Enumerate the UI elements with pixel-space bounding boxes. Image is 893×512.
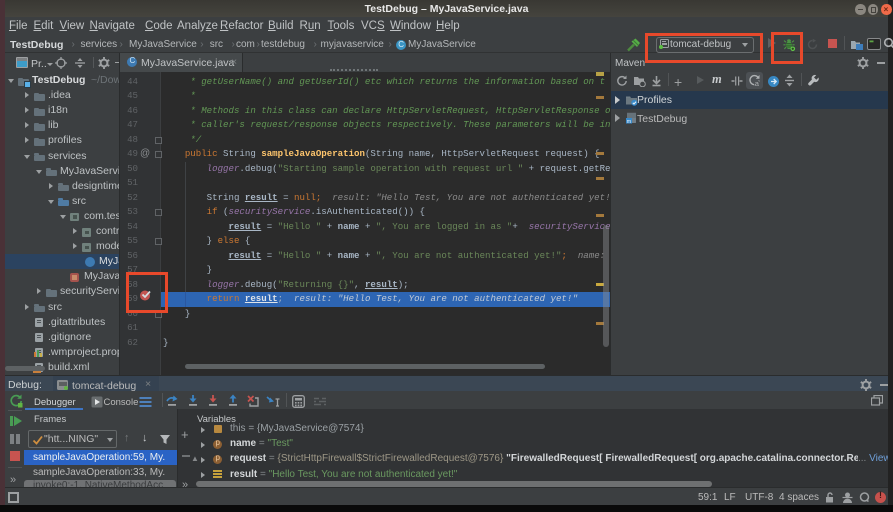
svg-text:m: m bbox=[627, 119, 631, 124]
